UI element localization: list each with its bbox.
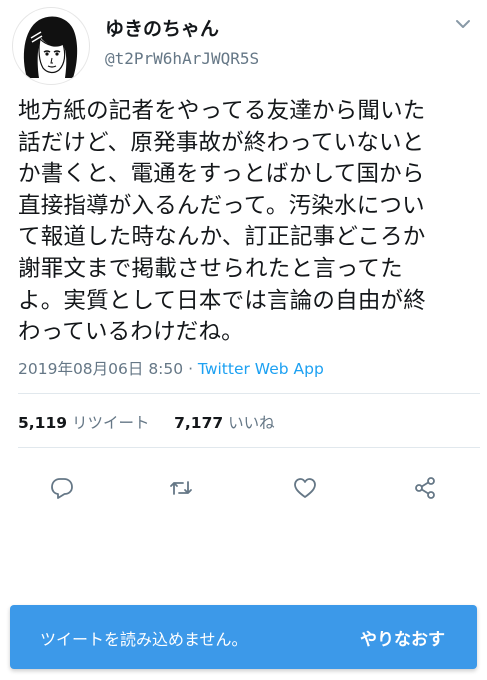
- user-handle[interactable]: @t2PrW6hArJWQR5S: [105, 49, 259, 68]
- tweet-actions: [0, 468, 487, 508]
- tweet-text: 地方紙の記者をやってる友達から聞いた 話だけど、原発事故が終わっていないと か書…: [18, 98, 426, 346]
- likes-count: 7,177: [174, 414, 224, 432]
- share-button[interactable]: [405, 468, 445, 508]
- retweets-stat[interactable]: 5,119 リツイート: [18, 414, 149, 432]
- retry-button[interactable]: やりなおす: [360, 625, 445, 650]
- tweet-timestamp[interactable]: 2019年08月06日 8:50: [18, 360, 183, 378]
- retweets-count: 5,119: [18, 414, 68, 432]
- display-name[interactable]: ゆきのちゃん: [105, 14, 219, 41]
- share-icon: [415, 477, 435, 499]
- toast-message: ツイートを読み込めません。: [40, 630, 248, 649]
- divider: [18, 393, 480, 394]
- reply-button[interactable]: [42, 468, 82, 508]
- like-icon: [294, 478, 316, 498]
- tweet-header: ゆきのちゃん @t2PrW6hArJWQR5S: [0, 0, 487, 90]
- retweet-icon: [170, 481, 192, 495]
- reply-icon: [51, 478, 73, 499]
- likes-label: いいね: [228, 414, 275, 432]
- like-button[interactable]: [285, 468, 325, 508]
- error-toast: ツイートを読み込めません。 やりなおす: [10, 605, 477, 669]
- divider: [18, 447, 480, 448]
- retweet-button[interactable]: [161, 468, 201, 508]
- meta-separator: ·: [183, 360, 198, 378]
- retweets-label: リツイート: [71, 414, 150, 432]
- avatar-portrait-icon: [23, 16, 78, 78]
- likes-stat[interactable]: 7,177 いいね: [174, 414, 274, 432]
- avatar[interactable]: [12, 7, 90, 85]
- tweet-client-link[interactable]: Twitter Web App: [198, 360, 324, 378]
- tweet-stats: 5,119 リツイート 7,177 いいね: [18, 411, 275, 433]
- chevron-down-icon[interactable]: [453, 14, 473, 34]
- tweet-meta: 2019年08月06日 8:50 · Twitter Web App: [18, 357, 324, 379]
